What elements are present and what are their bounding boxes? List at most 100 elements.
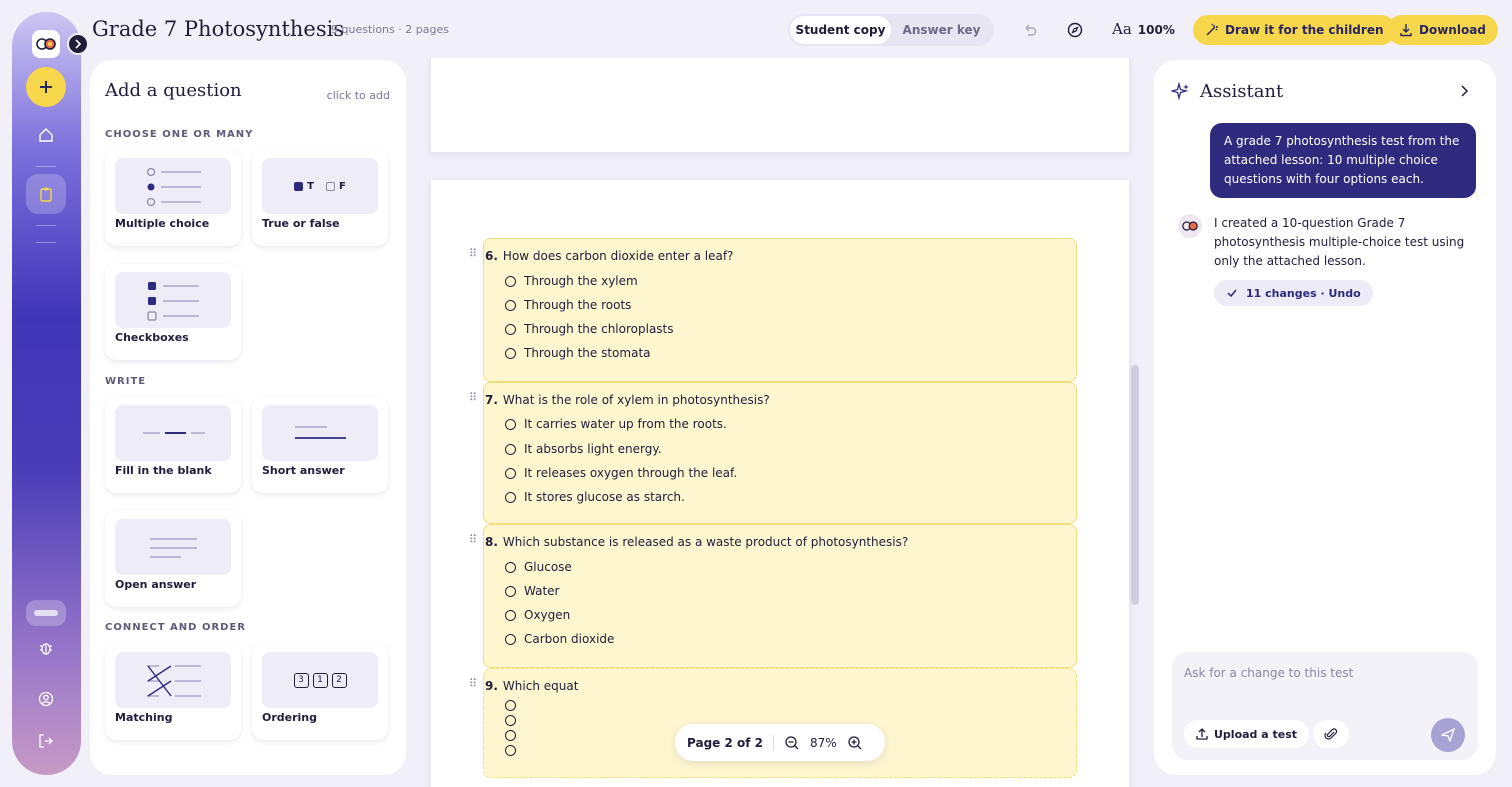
toggle-pill[interactable]: [26, 600, 66, 626]
option[interactable]: Carbon dioxide: [505, 632, 614, 646]
radio-icon: [505, 609, 516, 621]
add-fill-blank[interactable]: Fill in the blank: [105, 397, 241, 493]
drag-handle-icon[interactable]: ⠿: [469, 677, 477, 690]
option[interactable]: It carries water up from the roots.: [505, 417, 727, 431]
attach-button[interactable]: [1313, 720, 1349, 748]
option[interactable]: Glucose: [505, 560, 572, 574]
radio-icon: [505, 323, 516, 335]
option[interactable]: Through the stomata: [505, 346, 651, 360]
tab-answer-key[interactable]: Answer key: [891, 16, 992, 44]
send-button[interactable]: [1431, 718, 1465, 752]
document-meta: 9 questions · 2 pages: [331, 23, 449, 36]
radio-icon: [505, 347, 516, 359]
canvas-scrollbar[interactable]: [1131, 365, 1139, 605]
expand-rail-button[interactable]: [67, 33, 89, 55]
radio-icon: [505, 467, 516, 479]
panel-hint: click to add: [326, 89, 390, 102]
fill-blank-label: Fill in the blank: [115, 464, 212, 477]
option[interactable]: Water: [505, 584, 559, 598]
question-7[interactable]: ⠿ 7. What is the role of xylem in photosy…: [469, 382, 1077, 524]
page-zoom-value: 87%: [810, 735, 837, 750]
option[interactable]: It absorbs light energy.: [505, 442, 662, 456]
radio-icon: [505, 745, 516, 756]
zoom-out-icon[interactable]: [784, 735, 800, 751]
assistant-panel: Assistant A grade 7 photosynthesis test …: [1154, 60, 1496, 775]
download-button[interactable]: Download: [1387, 15, 1498, 45]
option[interactable]: Through the xylem: [505, 274, 638, 288]
drag-handle-icon[interactable]: ⠿: [469, 533, 477, 546]
upload-test-button[interactable]: Upload a test: [1184, 720, 1310, 748]
undo-button[interactable]: [1020, 20, 1040, 40]
add-checkboxes[interactable]: Checkboxes: [105, 264, 241, 360]
logo-icon: [1182, 221, 1198, 231]
question-9[interactable]: ⠿ 9. Which equat: [469, 668, 1077, 778]
add-ordering[interactable]: 3 1 2 Ordering: [252, 644, 388, 740]
option[interactable]: [505, 700, 524, 711]
text-zoom-value: 100%: [1137, 23, 1175, 37]
draw-label: Draw it for the children: [1225, 23, 1384, 37]
question-text: How does carbon dioxide enter a leaf?: [502, 249, 734, 263]
chevron-right-icon[interactable]: [1457, 84, 1471, 98]
question-number: 6.: [485, 249, 498, 263]
add-multiple-choice[interactable]: Multiple choice: [105, 150, 241, 246]
drag-handle-icon[interactable]: ⠿: [469, 391, 477, 404]
chat-composer[interactable]: Ask for a change to this test Upload a t…: [1172, 652, 1478, 760]
rail-divider: [36, 166, 56, 167]
compass-icon: [1067, 22, 1083, 38]
option[interactable]: Through the roots: [505, 298, 631, 312]
radio-icon: [505, 443, 516, 455]
matching-icon: [147, 665, 201, 697]
fill-blank-preview: [115, 405, 231, 461]
question-6[interactable]: ⠿ 6. How does carbon dioxide enter a leaf…: [469, 238, 1077, 382]
new-test-button[interactable]: [26, 67, 66, 107]
option[interactable]: Through the chloroplasts: [505, 322, 674, 336]
paperclip-icon: [1324, 728, 1338, 740]
question-8[interactable]: ⠿ 8. Which substance is released as a was…: [469, 524, 1077, 668]
radio-icon: [505, 491, 516, 503]
order-box: 3: [293, 672, 309, 688]
option[interactable]: It releases oxygen through the leaf.: [505, 466, 737, 480]
section-connect: CONNECT AND ORDER: [105, 622, 246, 633]
chat-input[interactable]: Ask for a change to this test: [1184, 666, 1353, 680]
sparkle-icon: [1171, 82, 1189, 101]
true-false-icon: T F: [294, 181, 346, 192]
add-true-false[interactable]: T F True or false: [252, 150, 388, 246]
logout-button[interactable]: [26, 721, 66, 761]
page-navigator: Page 2 of 2 87%: [675, 724, 885, 761]
drag-handle-icon[interactable]: ⠿: [469, 247, 477, 260]
text-size-control[interactable]: Aa 100%: [1112, 20, 1175, 38]
order-box: 1: [312, 672, 328, 688]
matching-label: Matching: [115, 711, 173, 724]
draw-for-children-button[interactable]: Draw it for the children: [1193, 15, 1396, 45]
short-answer-preview: [262, 405, 378, 461]
add-short-answer[interactable]: Short answer: [252, 397, 388, 493]
undo-changes-chip[interactable]: 11 changes · Undo: [1214, 280, 1373, 306]
open-answer-label: Open answer: [115, 578, 197, 591]
compass-button[interactable]: [1065, 20, 1085, 40]
bug-report-button[interactable]: [26, 628, 66, 668]
option[interactable]: It stores glucose as starch.: [505, 490, 685, 504]
question-text: Which substance is released as a waste p…: [502, 535, 909, 549]
undo-icon: [1025, 24, 1037, 36]
question-number: 8.: [485, 535, 498, 549]
ordering-icon: 3 1 2: [293, 672, 347, 688]
top-bar: Grade 7 Photosynthesis 9 questions · 2 p…: [92, 0, 1512, 60]
option[interactable]: Oxygen: [505, 608, 570, 622]
option[interactable]: [505, 715, 524, 726]
zoom-in-icon[interactable]: [847, 735, 863, 751]
open-answer-preview: [115, 519, 231, 575]
add-open-answer[interactable]: Open answer: [105, 511, 241, 607]
false-symbol: F: [338, 180, 346, 192]
profile-button[interactable]: [26, 679, 66, 719]
tab-student-copy[interactable]: Student copy: [790, 16, 891, 44]
test-canvas: ⠿ 6. How does carbon dioxide enter a leaf…: [418, 58, 1144, 787]
app-logo[interactable]: [32, 30, 60, 58]
home-button[interactable]: [26, 115, 66, 155]
option[interactable]: [505, 730, 524, 741]
ordering-preview: 3 1 2: [262, 652, 378, 708]
radio-icon: [505, 715, 516, 726]
option[interactable]: [505, 745, 524, 756]
add-matching[interactable]: Matching: [105, 644, 241, 740]
tests-button[interactable]: [26, 174, 66, 214]
checkboxes-label: Checkboxes: [115, 331, 189, 344]
